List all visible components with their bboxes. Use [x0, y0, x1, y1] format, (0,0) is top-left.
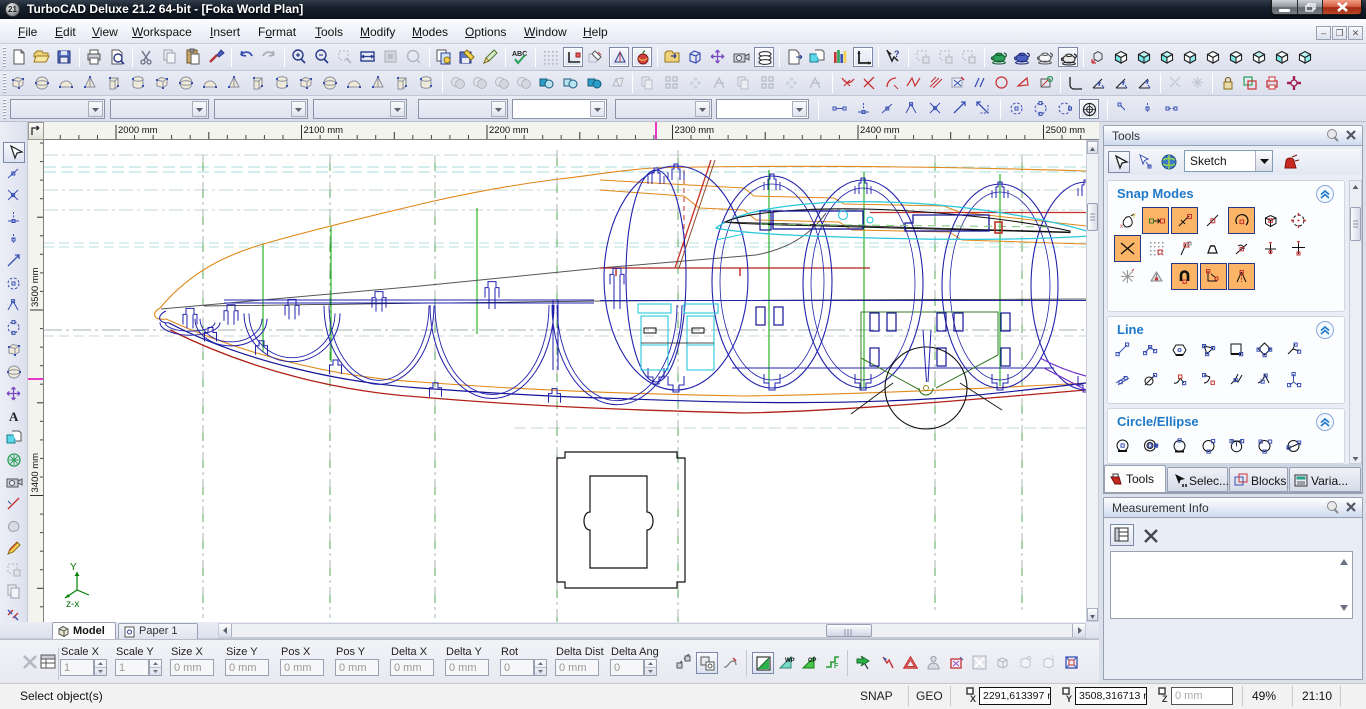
svg-text:A: A: [9, 409, 19, 424]
svg-text:CP: CP: [808, 658, 816, 664]
svg-text:2200 mm: 2200 mm: [489, 125, 529, 136]
svg-text:2000 mm: 2000 mm: [118, 125, 158, 136]
svg-text:Y: Y: [1132, 214, 1136, 220]
svg-text:Y: Y: [1066, 694, 1072, 703]
svg-text:Y: Y: [70, 562, 77, 573]
svg-text:3500 mm: 3500 mm: [30, 267, 41, 307]
svg-text:Z: Z: [1162, 694, 1168, 703]
svg-text:F: F: [834, 663, 839, 670]
svg-text:ABC: ABC: [512, 51, 527, 58]
svg-text:2: 2: [1051, 656, 1055, 662]
svg-text:WP: WP: [785, 658, 795, 664]
svg-text:z-x: z-x: [66, 599, 79, 610]
svg-text:2100 mm: 2100 mm: [304, 125, 344, 136]
svg-text:3400 mm: 3400 mm: [30, 453, 41, 493]
svg-text:x: x: [1120, 224, 1123, 229]
svg-text:X: X: [970, 694, 976, 703]
svg-text:2500 mm: 2500 mm: [1046, 125, 1086, 136]
svg-text:?: ?: [894, 49, 900, 59]
svg-text:2300 mm: 2300 mm: [675, 125, 715, 136]
svg-text:2400 mm: 2400 mm: [860, 125, 900, 136]
